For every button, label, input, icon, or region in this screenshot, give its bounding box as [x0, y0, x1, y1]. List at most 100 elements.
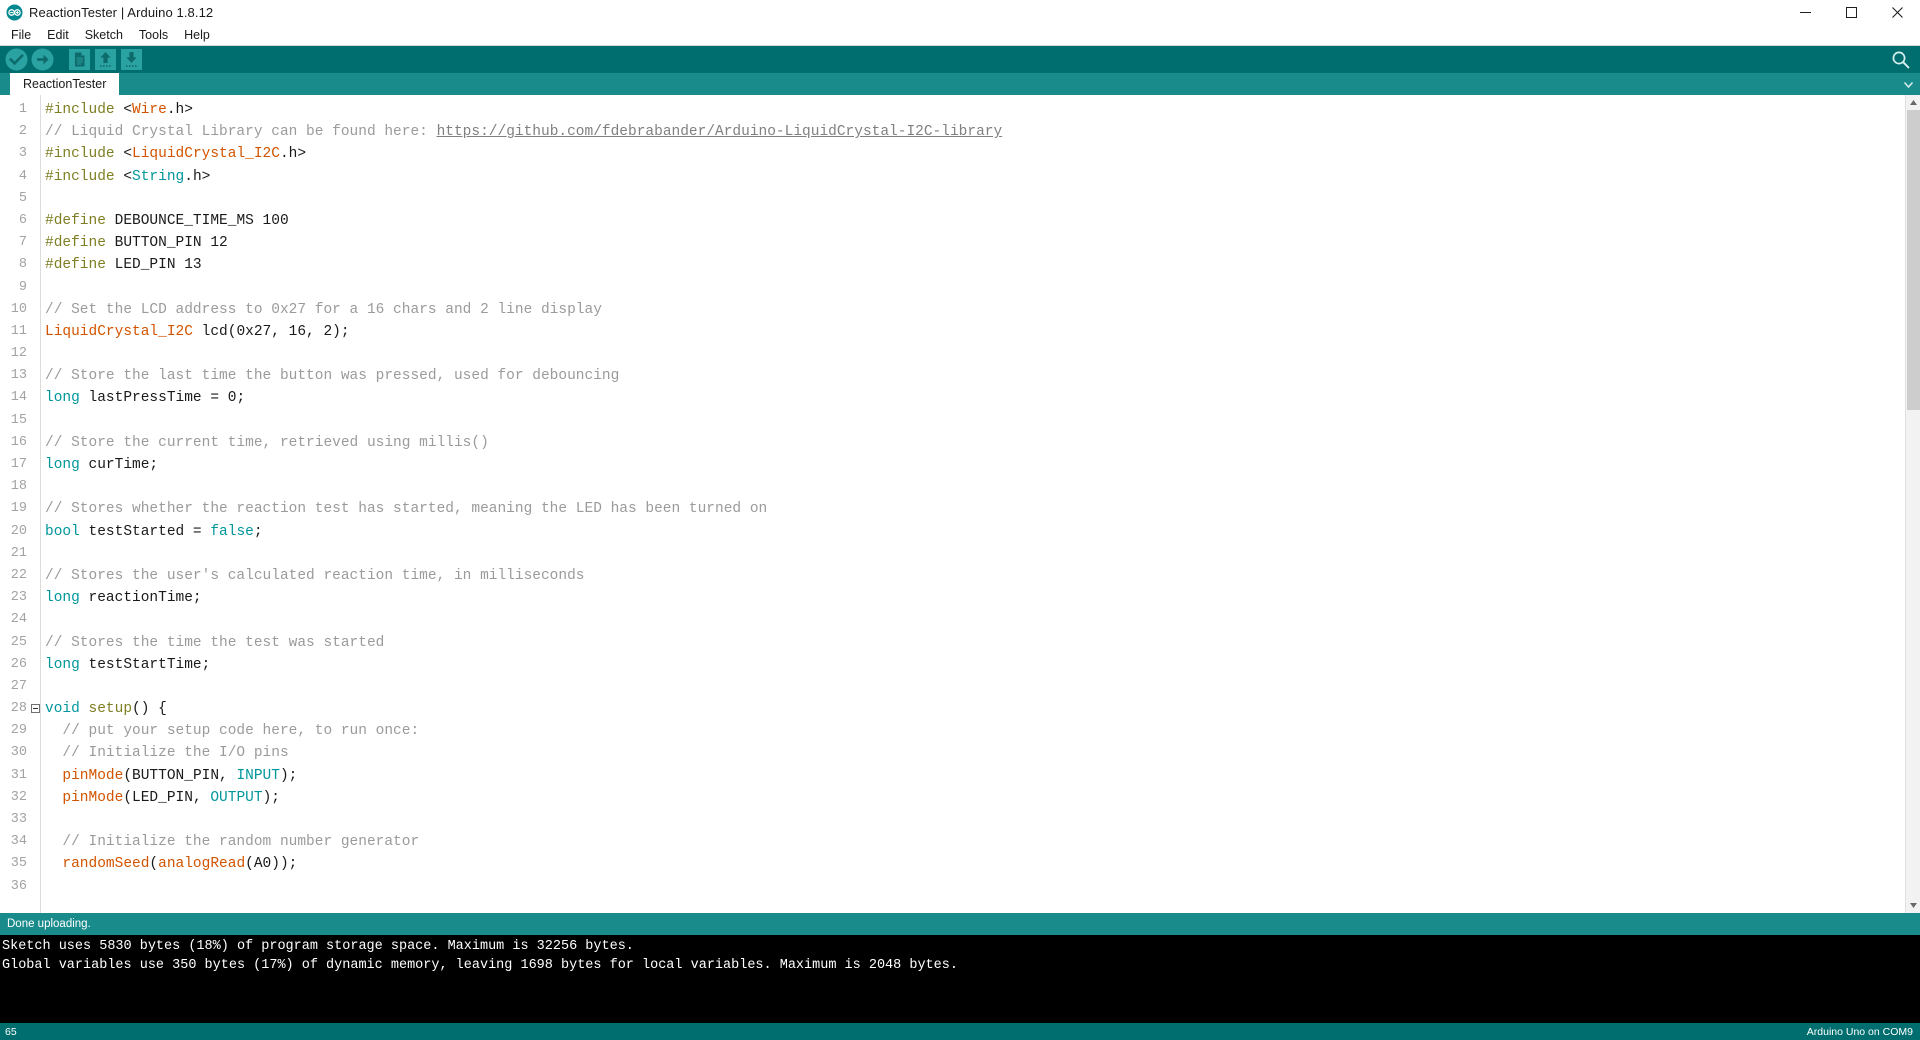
code-token — [80, 701, 89, 717]
line-number: 22 — [0, 565, 30, 587]
fold-slot — [30, 99, 40, 121]
code-token: long — [45, 390, 80, 406]
code-line: randomSeed(analogRead(A0)); — [45, 853, 1905, 875]
code-token: < — [123, 146, 132, 162]
code-url-link[interactable]: https://github.com/fdebrabander/Arduino-… — [437, 124, 1003, 140]
menu-edit[interactable]: Edit — [39, 25, 77, 45]
chevron-down-icon[interactable] — [1900, 76, 1916, 92]
upload-button[interactable] — [30, 47, 55, 72]
cursor-line-number: 65 — [5, 1026, 17, 1038]
code-editor-area: 1234567891011121314151617181920212223242… — [0, 95, 1920, 913]
verify-button[interactable] — [4, 47, 29, 72]
line-number: 30 — [0, 742, 30, 764]
console-output[interactable]: Sketch uses 5830 bytes (18%) of program … — [0, 935, 1920, 1023]
code-line: long reactionTime; — [45, 587, 1905, 609]
fold-slot — [30, 742, 40, 764]
editor-vertical-scrollbar[interactable] — [1905, 95, 1920, 913]
fold-slot — [30, 831, 40, 853]
scrollbar-thumb[interactable] — [1907, 110, 1920, 410]
menu-file[interactable]: File — [3, 25, 39, 45]
open-sketch-button[interactable] — [93, 47, 118, 72]
code-token: bool — [45, 524, 80, 540]
code-token: < — [123, 169, 132, 185]
fold-slot — [30, 853, 40, 875]
code-token: long — [45, 657, 80, 673]
serial-monitor-button[interactable] — [1888, 47, 1913, 72]
code-token: // Liquid Crystal Library can be found h… — [45, 124, 437, 140]
fold-slot — [30, 299, 40, 321]
code-line — [45, 188, 1905, 210]
line-number: 6 — [0, 210, 30, 232]
tab-reactiontester[interactable]: ReactionTester — [10, 73, 119, 95]
scrollbar-track[interactable] — [1906, 110, 1920, 898]
footer-bar: 65 Arduino Uno on COM9 — [0, 1023, 1920, 1040]
code-token: lcd(0x27, 16, 2); — [193, 324, 350, 340]
code-token: Wire — [132, 102, 167, 118]
scroll-down-arrow-icon[interactable] — [1906, 898, 1920, 913]
code-editor[interactable]: 1234567891011121314151617181920212223242… — [0, 95, 1905, 913]
code-token: .h> — [184, 169, 210, 185]
code-line: // Liquid Crystal Library can be found h… — [45, 121, 1905, 143]
code-content[interactable]: #include <Wire.h>// Liquid Crystal Libra… — [40, 95, 1905, 913]
code-token: lastPressTime = 0; — [80, 390, 245, 406]
code-line: pinMode(LED_PIN, OUTPUT); — [45, 787, 1905, 809]
code-line: // Stores whether the reaction test has … — [45, 498, 1905, 520]
line-number: 21 — [0, 543, 30, 565]
code-line: LiquidCrystal_I2C lcd(0x27, 16, 2); — [45, 321, 1905, 343]
line-number: 24 — [0, 609, 30, 631]
code-line — [45, 543, 1905, 565]
tab-label: ReactionTester — [23, 77, 106, 91]
fold-slot — [30, 232, 40, 254]
code-fold-column[interactable] — [30, 95, 40, 913]
fold-slot — [30, 720, 40, 742]
line-number: 33 — [0, 809, 30, 831]
code-token: .h> — [167, 102, 193, 118]
fold-slot — [30, 765, 40, 787]
code-token: ; — [254, 524, 263, 540]
code-token: OUTPUT — [210, 790, 262, 806]
new-sketch-button[interactable] — [67, 47, 92, 72]
code-line: void setup() { — [45, 698, 1905, 720]
code-line: // Store the last time the button was pr… — [45, 365, 1905, 387]
scroll-up-arrow-icon[interactable] — [1906, 95, 1920, 110]
fold-slot — [30, 432, 40, 454]
fold-slot — [30, 543, 40, 565]
line-number: 13 — [0, 365, 30, 387]
code-token: // put your setup code here, to run once… — [45, 723, 419, 739]
minimize-icon[interactable] — [1782, 0, 1828, 24]
code-line — [45, 609, 1905, 631]
code-token: (LED_PIN, — [123, 790, 210, 806]
line-number: 1 — [0, 99, 30, 121]
fold-slot — [30, 609, 40, 631]
code-line — [45, 277, 1905, 299]
close-icon[interactable] — [1874, 0, 1920, 24]
fold-slot — [30, 876, 40, 898]
code-token: #include — [45, 169, 123, 185]
code-token: void — [45, 701, 80, 717]
collapse-minus-icon[interactable] — [31, 704, 40, 713]
code-token: long — [45, 457, 80, 473]
console-line: Sketch uses 5830 bytes (18%) of program … — [2, 938, 1920, 957]
line-number: 28 — [0, 698, 30, 720]
code-line — [45, 343, 1905, 365]
menu-sketch[interactable]: Sketch — [77, 25, 131, 45]
fold-slot — [30, 476, 40, 498]
line-number: 18 — [0, 476, 30, 498]
code-token: (BUTTON_PIN, — [123, 768, 236, 784]
maximize-icon[interactable] — [1828, 0, 1874, 24]
console-line: Global variables use 350 bytes (17%) of … — [2, 957, 1920, 976]
code-line: #define DEBOUNCE_TIME_MS 100 — [45, 210, 1905, 232]
save-sketch-button[interactable] — [119, 47, 144, 72]
status-bar: Done uploading. — [0, 913, 1920, 935]
fold-toggle-icon[interactable] — [30, 698, 40, 720]
code-line: // Initialize the I/O pins — [45, 742, 1905, 764]
code-line: // put your setup code here, to run once… — [45, 720, 1905, 742]
line-number: 8 — [0, 254, 30, 276]
line-number: 2 — [0, 121, 30, 143]
menu-tools[interactable]: Tools — [131, 25, 176, 45]
code-line: // Store the current time, retrieved usi… — [45, 432, 1905, 454]
code-token: curTime; — [80, 457, 158, 473]
line-number: 17 — [0, 454, 30, 476]
code-token: ); — [263, 790, 280, 806]
menu-help[interactable]: Help — [176, 25, 218, 45]
